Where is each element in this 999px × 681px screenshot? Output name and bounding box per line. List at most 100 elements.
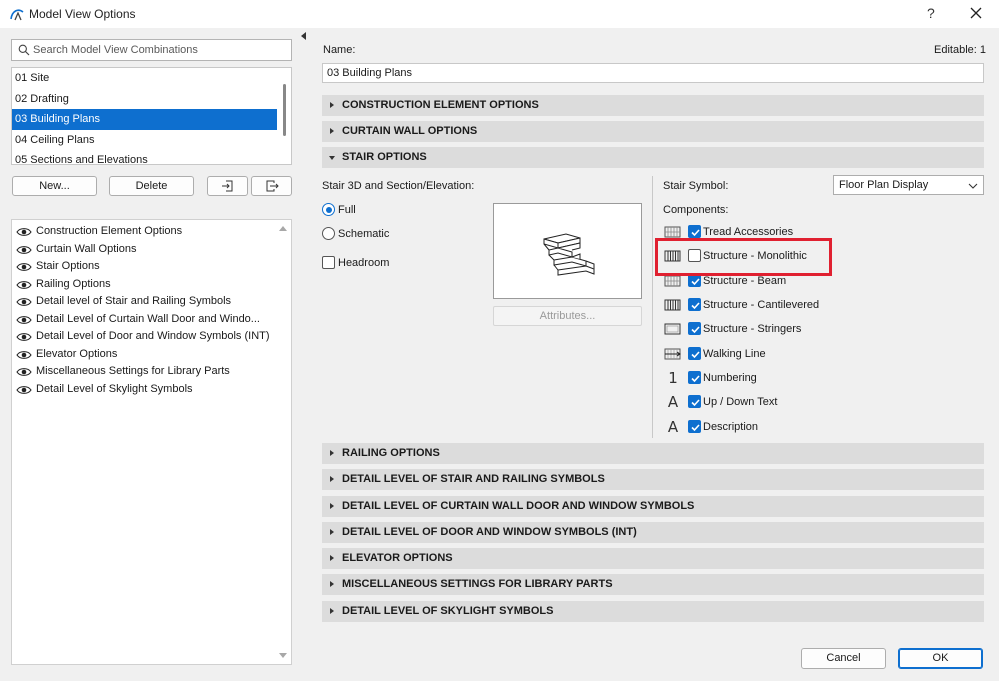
collapse-arrow-icon: [329, 156, 335, 160]
list-item[interactable]: Stair Options: [12, 258, 291, 276]
section-header[interactable]: RAILING OPTIONS: [322, 443, 984, 464]
eye-icon[interactable]: [16, 245, 32, 255]
eye-icon[interactable]: [16, 385, 32, 395]
component-checkbox-checked[interactable]: [688, 395, 701, 408]
collapse-panel-arrow[interactable]: [301, 32, 306, 40]
list-item[interactable]: Detail level of Stair and Railing Symbol…: [12, 293, 291, 311]
scroll-up-arrow[interactable]: [279, 226, 287, 231]
component-checkbox-checked[interactable]: [688, 420, 701, 433]
eye-icon[interactable]: [16, 315, 32, 325]
eye-icon[interactable]: [16, 297, 32, 307]
component-row[interactable]: 1 Numbering: [663, 370, 863, 388]
combination-list[interactable]: 01 Site 02 Drafting 03 Building Plans 04…: [11, 67, 292, 165]
list-item[interactable]: Railing Options: [12, 276, 291, 294]
component-row[interactable]: A Description: [663, 419, 863, 437]
list-item[interactable]: 05 Sections and Elevations: [12, 150, 277, 164]
combination-list-scrollbar[interactable]: [283, 84, 286, 136]
list-item[interactable]: 04 Ceiling Plans: [12, 130, 277, 151]
list-item[interactable]: Detail Level of Door and Window Symbols …: [12, 328, 291, 346]
list-item[interactable]: Detail Level of Curtain Wall Door and Wi…: [12, 311, 291, 329]
option-set-label: Detail Level of Door and Window Symbols …: [36, 330, 270, 342]
component-checkbox-checked[interactable]: [688, 322, 701, 335]
section-curtain-wall-options[interactable]: CURTAIN WALL OPTIONS: [322, 121, 984, 142]
section-title: MISCELLANEOUS SETTINGS FOR LIBRARY PARTS: [342, 578, 613, 590]
section-header[interactable]: DETAIL LEVEL OF CURTAIN WALL DOOR AND WI…: [322, 496, 984, 517]
new-button[interactable]: New...: [12, 176, 97, 196]
text-icon: A: [667, 393, 679, 411]
numbering-icon: 1: [668, 369, 678, 387]
headroom-checkbox[interactable]: [322, 256, 335, 269]
search-icon: [18, 44, 30, 56]
eye-icon[interactable]: [16, 367, 32, 377]
section-construction-element-options[interactable]: CONSTRUCTION ELEMENT OPTIONS: [322, 95, 984, 116]
component-checkbox-checked[interactable]: [688, 225, 701, 238]
attributes-button[interactable]: Attributes...: [493, 306, 642, 326]
highlight-annotation: [655, 238, 832, 276]
import-icon: [221, 180, 232, 192]
list-item[interactable]: Detail Level of Skylight Symbols: [12, 381, 291, 399]
component-label: Structure - Cantilevered: [703, 299, 820, 311]
list-item[interactable]: Miscellaneous Settings for Library Parts: [12, 363, 291, 381]
stair-options-body: Stair 3D and Section/Elevation: Full Sch…: [322, 172, 984, 438]
list-item[interactable]: Construction Element Options: [12, 223, 291, 241]
list-item[interactable]: Curtain Wall Options: [12, 241, 291, 259]
expand-arrow-icon: [330, 102, 334, 108]
component-row[interactable]: Walking Line: [663, 346, 863, 364]
eye-icon[interactable]: [16, 227, 32, 237]
right-panel: Name: Editable: 1 CONSTRUCTION ELEMENT O…: [310, 28, 999, 681]
eye-icon[interactable]: [16, 332, 32, 342]
expand-arrow-icon: [330, 476, 334, 482]
section-header[interactable]: DETAIL LEVEL OF DOOR AND WINDOW SYMBOLS …: [322, 522, 984, 543]
option-set-label: Stair Options: [36, 260, 100, 272]
stair-3d-label: Stair 3D and Section/Elevation:: [322, 180, 475, 192]
cancel-button[interactable]: Cancel: [801, 648, 886, 669]
export-button[interactable]: [251, 176, 292, 196]
close-icon[interactable]: [968, 4, 984, 22]
component-checkbox-checked[interactable]: [688, 371, 701, 384]
component-label: Tread Accessories: [703, 226, 794, 238]
list-item[interactable]: 01 Site: [12, 68, 277, 89]
section-stair-options[interactable]: STAIR OPTIONS: [322, 147, 984, 168]
section-title: DETAIL LEVEL OF DOOR AND WINDOW SYMBOLS …: [342, 526, 637, 538]
section-header[interactable]: MISCELLANEOUS SETTINGS FOR LIBRARY PARTS: [322, 574, 984, 595]
option-set-list[interactable]: Construction Element Options Curtain Wall…: [11, 219, 292, 665]
eye-icon[interactable]: [16, 280, 32, 290]
expand-arrow-icon: [330, 555, 334, 561]
component-label: Description: [703, 421, 759, 433]
section-title: DETAIL LEVEL OF SKYLIGHT SYMBOLS: [342, 605, 554, 617]
grid-icon: [664, 275, 681, 287]
delete-button[interactable]: Delete: [109, 176, 194, 196]
checkmark-icon: [691, 375, 700, 383]
text-icon: A: [667, 418, 679, 436]
ok-button[interactable]: OK: [898, 648, 983, 669]
select-value: Floor Plan Display: [839, 179, 929, 191]
name-field[interactable]: [322, 63, 984, 83]
archicad-logo-icon: [10, 9, 24, 21]
component-row[interactable]: Structure - Stringers: [663, 321, 863, 339]
component-label: Structure - Stringers: [703, 323, 802, 335]
component-checkbox-checked[interactable]: [688, 298, 701, 311]
stair-symbol-select[interactable]: Floor Plan Display: [833, 175, 984, 195]
component-row[interactable]: A Up / Down Text: [663, 394, 863, 412]
search-box[interactable]: [11, 39, 292, 61]
radio-unselected[interactable]: [322, 227, 335, 240]
scroll-down-arrow[interactable]: [279, 653, 287, 658]
full-label: Full: [338, 204, 356, 216]
component-row[interactable]: Structure - Cantilevered: [663, 297, 863, 315]
eye-icon[interactable]: [16, 262, 32, 272]
radio-selected[interactable]: [322, 203, 335, 216]
list-item-selected[interactable]: 03 Building Plans: [12, 109, 277, 130]
search-input[interactable]: [33, 42, 288, 58]
export-icon: [266, 180, 279, 192]
section-header[interactable]: ELEVATOR OPTIONS: [322, 548, 984, 569]
stair-preview-icon: [543, 233, 595, 276]
section-header[interactable]: DETAIL LEVEL OF SKYLIGHT SYMBOLS: [322, 601, 984, 622]
title-bar: Model View Options ?: [0, 0, 999, 28]
import-button[interactable]: [207, 176, 248, 196]
section-header[interactable]: DETAIL LEVEL OF STAIR AND RAILING SYMBOL…: [322, 469, 984, 490]
eye-icon[interactable]: [16, 350, 32, 360]
help-button[interactable]: ?: [927, 5, 935, 21]
list-item[interactable]: 02 Drafting: [12, 89, 277, 110]
list-item[interactable]: Elevator Options: [12, 346, 291, 364]
component-checkbox-checked[interactable]: [688, 347, 701, 360]
